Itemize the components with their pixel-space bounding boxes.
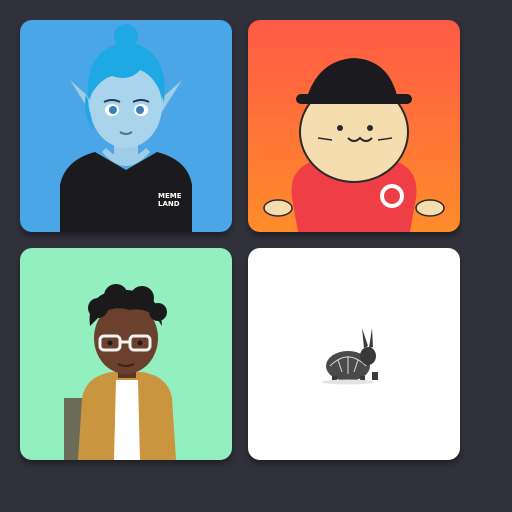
elf-girl-illustration: MEME LAND — [20, 20, 232, 232]
card-boy-glasses[interactable] — [20, 248, 232, 460]
boy-illustration — [20, 248, 232, 460]
card-turtle-rabbit[interactable] — [248, 248, 460, 460]
shirt-text-line2: LAND — [158, 200, 180, 208]
seal-illustration — [248, 20, 460, 232]
shirt-text-line1: MEME — [158, 192, 182, 200]
card-elf-girl[interactable]: MEME LAND — [20, 20, 232, 232]
turtle-rabbit-illustration — [248, 248, 460, 460]
nft-grid: MEME LAND — [0, 0, 512, 512]
card-seal[interactable] — [248, 20, 460, 232]
